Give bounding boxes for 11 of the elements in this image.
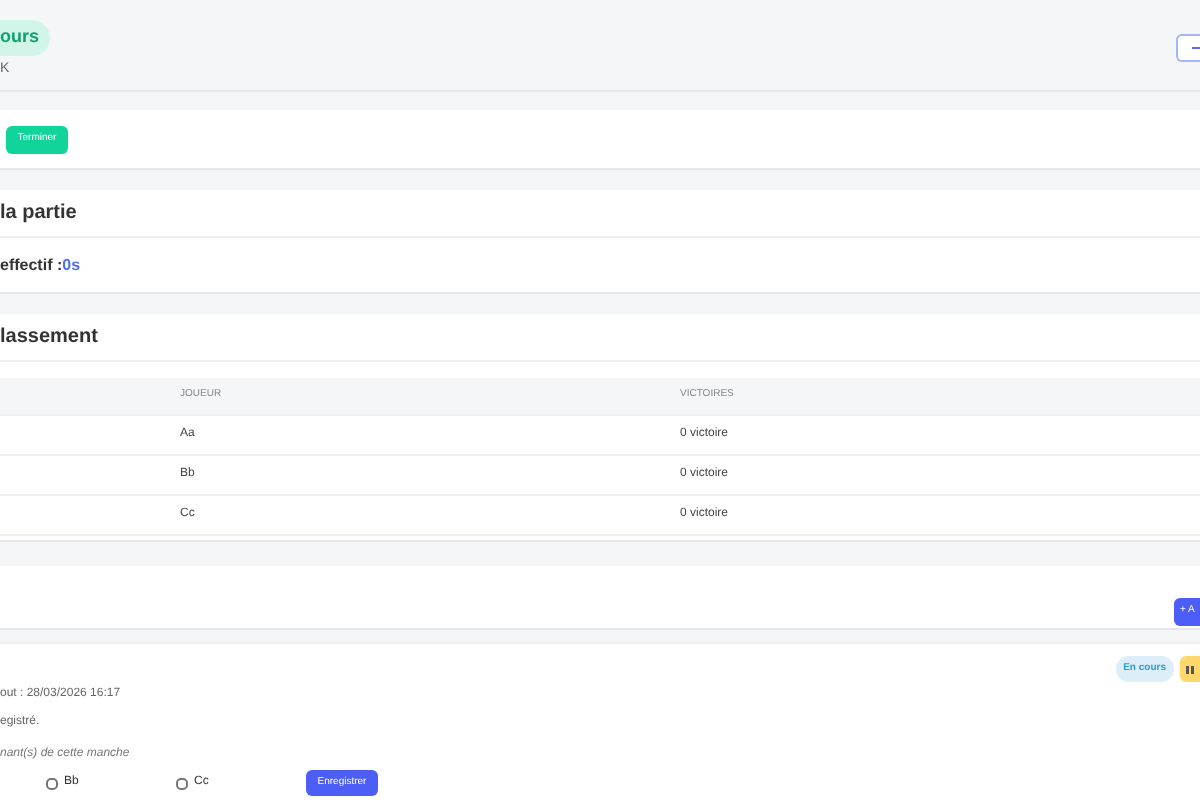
dash-icon [1192,46,1200,50]
card-title: la partie [0,200,77,228]
time-value: 0s [62,253,81,277]
player-checkbox[interactable] [176,777,188,789]
pause-icon [1186,665,1194,673]
pause-button[interactable] [1180,656,1200,682]
status-badge: ours [0,20,50,55]
card-title: lassement [0,324,98,352]
back-button[interactable] [1176,34,1200,62]
time-label: effectif : [0,253,63,277]
player-checkbox[interactable] [46,777,58,789]
